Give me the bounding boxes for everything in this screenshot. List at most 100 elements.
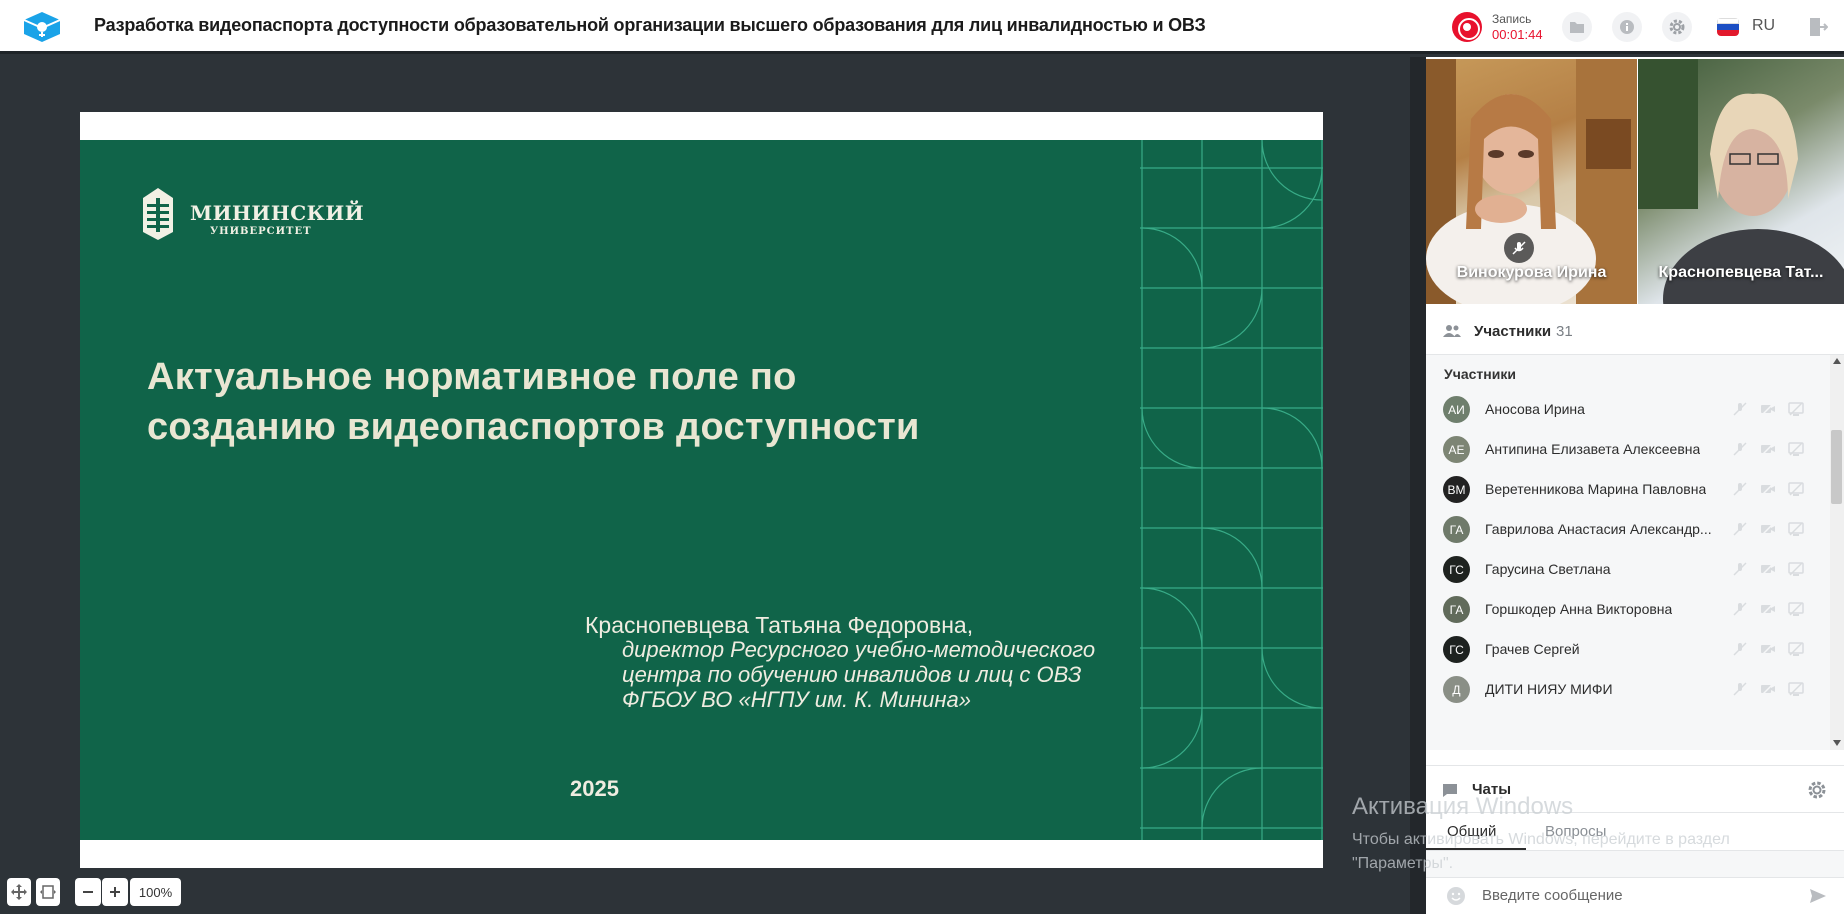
presentation-stage: МИНИНСКИЙ УНИВЕРСИТЕТ Актуальное нормати… [0, 57, 1410, 914]
decorative-grid-pattern [1140, 140, 1323, 840]
slide-title-line-1: Актуальное нормативное поле по [147, 356, 797, 398]
scroll-thumb[interactable] [1831, 430, 1842, 504]
participant-status-icons [1732, 441, 1804, 457]
camera-off-icon[interactable] [1760, 481, 1776, 497]
scroll-up-icon[interactable] [1833, 358, 1841, 364]
participant-status-icons [1732, 561, 1804, 577]
participant-row[interactable]: ВМ Веретенникова Марина Павловна [1426, 469, 1830, 509]
page-title: Разработка видеопаспорта доступности обр… [94, 15, 1206, 35]
video-tile-2[interactable]: Краснопевцева Тат... [1638, 59, 1844, 304]
video-tile-1[interactable]: Винокурова Ирина [1426, 59, 1637, 304]
move-arrows-icon [11, 884, 27, 900]
mic-off-icon[interactable] [1732, 561, 1748, 577]
slide-frame: МИНИНСКИЙ УНИВЕРСИТЕТ Актуальное нормати… [80, 112, 1323, 868]
participant-row[interactable]: Д ДИТИ НИЯУ МИФИ [1426, 669, 1830, 709]
speaker-role-line-1: директор Ресурсного учебно-методического [622, 637, 1096, 662]
participant-row[interactable]: ГС Гарусина Светлана [1426, 549, 1830, 589]
participant-name: Горшкодер Анна Викторовна [1485, 601, 1673, 617]
chat-settings-gear-icon[interactable] [1806, 779, 1828, 801]
fit-width-button[interactable] [7, 878, 31, 906]
camera-off-icon[interactable] [1760, 401, 1776, 417]
participant-status-icons [1732, 601, 1804, 617]
windows-activation-line-2: "Параметры". [1352, 855, 1454, 872]
send-icon[interactable] [1809, 888, 1827, 904]
folder-button[interactable] [1562, 12, 1592, 42]
mic-off-icon[interactable] [1732, 641, 1748, 657]
mic-off-icon[interactable] [1732, 601, 1748, 617]
mic-off-icon[interactable] [1732, 521, 1748, 537]
camera-off-icon[interactable] [1760, 441, 1776, 457]
avatar: ГА [1443, 596, 1470, 623]
emoji-icon[interactable] [1446, 886, 1466, 906]
info-icon [1620, 20, 1634, 34]
zoom-level[interactable]: 100% [130, 878, 181, 906]
slide-year: 2025 [570, 776, 619, 801]
mic-off-icon[interactable] [1732, 441, 1748, 457]
flag-ru-icon[interactable] [1717, 18, 1739, 36]
screen-share-off-icon[interactable] [1788, 681, 1804, 697]
participant-status-icons [1732, 521, 1804, 537]
participant-name: ДИТИ НИЯУ МИФИ [1485, 681, 1613, 697]
users-icon [1443, 325, 1461, 337]
fit-page-button[interactable] [36, 878, 60, 906]
avatar: ВМ [1443, 476, 1470, 503]
participants-header[interactable]: Участники 31 [1426, 307, 1844, 355]
scroll-down-icon[interactable] [1833, 740, 1841, 746]
camera-off-icon[interactable] [1760, 561, 1776, 577]
participant-name: Аносова Ирина [1485, 401, 1585, 417]
participant-status-icons [1732, 641, 1804, 657]
university-logo-icon [143, 188, 173, 240]
participant-name: Гаврилова Анастасия Александр... [1485, 521, 1712, 537]
slide-title-line-2: созданию видеопаспортов доступности [147, 406, 920, 448]
screen-share-off-icon[interactable] [1788, 601, 1804, 617]
participant-row[interactable]: АЕ Антипина Елизавета Алексеевна [1426, 429, 1830, 469]
mic-off-badge [1504, 233, 1534, 263]
mic-off-icon[interactable] [1732, 681, 1748, 697]
zoom-in-button[interactable] [102, 878, 128, 906]
language-selector[interactable]: RU [1752, 17, 1775, 35]
screen-share-off-icon[interactable] [1788, 561, 1804, 577]
info-button[interactable] [1612, 12, 1642, 42]
participant-name: Антипина Елизавета Алексеевна [1485, 441, 1701, 457]
exit-icon[interactable] [1808, 16, 1828, 38]
top-bar: Разработка видеопаспорта доступности обр… [0, 0, 1844, 54]
camera-off-icon[interactable] [1760, 521, 1776, 537]
speaker-name: Краснопевцева Татьяна Федоровна, [585, 612, 974, 638]
mic-off-icon[interactable] [1732, 481, 1748, 497]
mic-off-icon [1512, 241, 1526, 255]
camera-off-icon[interactable] [1760, 601, 1776, 617]
participant-name: Гарусина Светлана [1485, 561, 1611, 577]
mic-off-icon[interactable] [1732, 401, 1748, 417]
participants-count: 31 [1556, 323, 1573, 340]
avatar: Д [1443, 676, 1470, 703]
record-button[interactable] [1452, 12, 1482, 42]
settings-button[interactable] [1662, 12, 1692, 42]
participants-scrollbar[interactable] [1830, 355, 1844, 750]
slide-title: Актуальное нормативное поле по созданию … [147, 352, 920, 452]
app-logo-icon[interactable] [20, 10, 64, 44]
folder-icon [1570, 22, 1584, 33]
participants-list[interactable]: Участники АИ Аносова Ирина АЕ Антипина Елиз… [1426, 355, 1844, 750]
participant-status-icons [1732, 401, 1804, 417]
screen-share-off-icon[interactable] [1788, 521, 1804, 537]
participant-row[interactable]: АИ Аносова Ирина [1426, 389, 1830, 429]
participant-row[interactable]: ГА Горшкодер Анна Викторовна [1426, 589, 1830, 629]
screen-share-off-icon[interactable] [1788, 481, 1804, 497]
minus-icon [83, 891, 93, 893]
avatar: ГС [1443, 636, 1470, 663]
zoom-out-button[interactable] [75, 878, 101, 906]
camera-off-icon[interactable] [1760, 641, 1776, 657]
participant-row[interactable]: ГА Гаврилова Анастасия Александр... [1426, 509, 1830, 549]
screen-share-off-icon[interactable] [1788, 441, 1804, 457]
screen-share-off-icon[interactable] [1788, 641, 1804, 657]
screen-share-off-icon[interactable] [1788, 401, 1804, 417]
recording-time: 00:01:44 [1492, 27, 1543, 42]
participant-row[interactable]: ГС Грачев Сергей [1426, 629, 1830, 669]
plus-icon [110, 887, 120, 897]
camera-off-icon[interactable] [1760, 681, 1776, 697]
avatar: ГА [1443, 516, 1470, 543]
message-input[interactable]: Введите сообщение [1482, 887, 1782, 904]
recording-label: Запись [1492, 12, 1532, 26]
panel-divider[interactable] [1410, 57, 1426, 914]
participants-header-label: Участники [1474, 323, 1552, 340]
